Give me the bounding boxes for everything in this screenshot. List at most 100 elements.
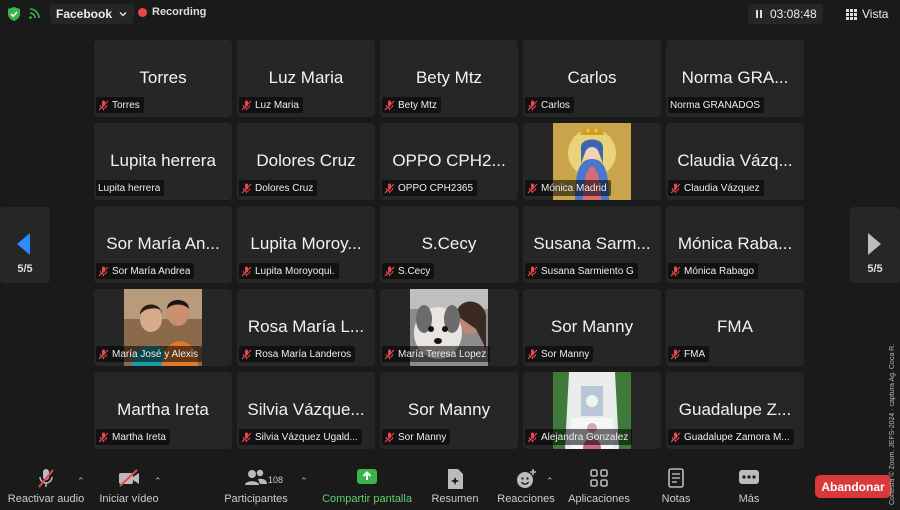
participant-name-tag: Susana Sarmiento G bbox=[525, 263, 638, 279]
participant-tile[interactable]: Torres Torres bbox=[94, 40, 232, 117]
participant-name: S.Cecy bbox=[398, 265, 431, 277]
microphone-muted-icon bbox=[527, 432, 538, 442]
summary-button[interactable]: Resumen bbox=[428, 462, 482, 510]
reactions-label: Reacciones bbox=[497, 493, 555, 505]
microphone-muted-icon bbox=[98, 432, 109, 442]
view-label: Vista bbox=[862, 7, 889, 21]
participant-name: Sor María Andrea bbox=[112, 265, 191, 277]
microphone-muted-icon bbox=[98, 100, 109, 110]
more-dots-icon bbox=[739, 470, 759, 484]
view-button[interactable]: Vista bbox=[846, 4, 888, 24]
participant-name: Mónica Madrid bbox=[541, 182, 607, 194]
audio-options-chevron-icon[interactable]: ⌃ bbox=[77, 476, 85, 487]
participant-tile[interactable]: María Teresa Lopez bbox=[380, 289, 518, 366]
participant-display-name: Carlos bbox=[567, 68, 617, 87]
participant-tile[interactable]: Mónica Raba... Mónica Rabago bbox=[666, 206, 804, 283]
participant-name-tag: Guadalupe Zamora M... bbox=[668, 429, 794, 445]
participant-tile[interactable]: Luz Maria Luz Maria bbox=[237, 40, 375, 117]
microphone-muted-icon bbox=[241, 432, 252, 442]
share-screen-icon bbox=[357, 469, 377, 484]
participant-display-name: Rosa María L... bbox=[247, 317, 365, 336]
leave-button[interactable]: Abandonar bbox=[815, 475, 891, 498]
participant-tile[interactable]: Silvia Vázque... Silvia Vázquez Ugald... bbox=[237, 372, 375, 449]
participant-name: Norma GRANADOS bbox=[670, 99, 761, 111]
participant-tile[interactable]: Bety Mtz Bety Mtz bbox=[380, 40, 518, 117]
microphone-muted-icon bbox=[384, 100, 395, 110]
previous-page-button[interactable]: 5/5 bbox=[0, 207, 50, 283]
next-page-button[interactable]: 5/5 bbox=[850, 207, 900, 283]
participant-tile[interactable]: Lupita Moroy... Lupita Moroyoqui. bbox=[237, 206, 375, 283]
participant-tile[interactable]: Guadalupe Z... Guadalupe Zamora M... bbox=[666, 372, 804, 449]
pause-icon bbox=[756, 10, 762, 18]
participant-tile[interactable]: FMA FMA bbox=[666, 289, 804, 366]
participant-tile[interactable]: Sor Manny Sor Manny bbox=[380, 372, 518, 449]
meeting-timer[interactable]: 03:08:48 bbox=[748, 4, 823, 24]
participant-tile[interactable]: Claudia Vázq... Claudia Vázquez bbox=[666, 123, 804, 200]
participant-name-tag: Rosa María Landeros bbox=[239, 346, 356, 362]
participant-tile[interactable]: Alejandra Gonzalez bbox=[523, 372, 661, 449]
notes-icon bbox=[668, 468, 684, 488]
participant-name: Dolores Cruz bbox=[255, 182, 314, 194]
unmute-button[interactable]: Reactivar audio bbox=[6, 462, 86, 510]
participant-tile[interactable]: Mónica Madrid bbox=[523, 123, 661, 200]
participant-tile[interactable]: Martha Ireta Martha Ireta bbox=[94, 372, 232, 449]
apps-button[interactable]: Aplicaciones bbox=[564, 462, 634, 510]
participant-display-name: Silvia Vázque... bbox=[247, 400, 365, 419]
signal-icon[interactable] bbox=[28, 6, 42, 20]
participant-display-name: Susana Sarm... bbox=[533, 234, 651, 253]
microphone-muted-icon bbox=[384, 266, 395, 276]
participant-display-name: Mónica Raba... bbox=[677, 234, 793, 253]
participant-name: Alejandra Gonzalez bbox=[541, 431, 629, 443]
participant-tile[interactable]: Rosa María L... Rosa María Landeros bbox=[237, 289, 375, 366]
participant-name: Bety Mtz bbox=[398, 99, 437, 111]
reactions-options-chevron-icon[interactable]: ⌃ bbox=[546, 476, 554, 487]
participant-tile[interactable]: Sor María An... Sor María Andrea bbox=[94, 206, 232, 283]
arrow-left-icon bbox=[17, 233, 30, 255]
participant-name-tag: Luz Maria bbox=[239, 97, 303, 113]
participant-tile[interactable]: Dolores Cruz Dolores Cruz bbox=[237, 123, 375, 200]
participant-name: Sor Manny bbox=[398, 431, 447, 443]
participant-name: Susana Sarmiento G bbox=[541, 265, 634, 277]
shield-icon[interactable] bbox=[8, 7, 20, 21]
participant-name-tag: Carlos bbox=[525, 97, 574, 113]
participant-name-tag: Sor María Andrea bbox=[96, 263, 195, 279]
participant-name-tag: OPPO CPH2365 bbox=[382, 180, 478, 196]
participant-name-tag: Norma GRANADOS bbox=[668, 97, 765, 113]
participant-tile[interactable]: OPPO CPH2... OPPO CPH2365 bbox=[380, 123, 518, 200]
recording-dot-icon bbox=[138, 7, 147, 17]
participant-name-tag: Dolores Cruz bbox=[239, 180, 318, 196]
start-video-button[interactable]: Iniciar vídeo bbox=[96, 462, 162, 510]
recording-indicator[interactable]: Recording bbox=[138, 6, 206, 18]
credit-watermark: Cortesía © Zoom. JEFS-2024 · captura Ag.… bbox=[889, 343, 896, 505]
participant-tile[interactable]: Norma GRA... Norma GRANADOS bbox=[666, 40, 804, 117]
share-screen-button[interactable]: Compartir pantalla bbox=[318, 462, 416, 510]
participants-button[interactable]: Participantes bbox=[220, 462, 292, 510]
notes-button[interactable]: Notas bbox=[652, 462, 700, 510]
participant-name-tag: Mónica Madrid bbox=[525, 180, 611, 196]
participant-name: María José y Alexis bbox=[112, 348, 199, 360]
participant-tile[interactable]: Sor Manny Sor Manny bbox=[523, 289, 661, 366]
participants-options-chevron-icon[interactable]: ⌃ bbox=[300, 476, 308, 487]
participant-name: Martha Ireta bbox=[112, 431, 166, 443]
more-button[interactable]: Más bbox=[726, 462, 772, 510]
participant-tile[interactable]: María José y Alexis bbox=[94, 289, 232, 366]
participant-gallery: Torres Torres Luz Maria Luz Maria Bety Mtz Be… bbox=[94, 40, 806, 449]
participant-display-name: S.Cecy bbox=[421, 234, 477, 253]
recording-label: Recording bbox=[152, 6, 207, 18]
participant-tile[interactable]: Carlos Carlos bbox=[523, 40, 661, 117]
camera-off-icon bbox=[119, 469, 139, 487]
microphone-muted-icon bbox=[670, 349, 681, 359]
app-menu-dropdown[interactable]: Facebook bbox=[50, 4, 135, 24]
participant-tile[interactable]: Susana Sarm... Susana Sarmiento G bbox=[523, 206, 661, 283]
participant-name: Guadalupe Zamora M... bbox=[684, 431, 790, 443]
grid-view-icon bbox=[846, 8, 857, 20]
chevron-down-icon bbox=[119, 11, 127, 17]
participant-name: Silvia Vázquez Ugald... bbox=[255, 431, 358, 443]
participant-tile[interactable]: Lupita herrera Lupita herrera bbox=[94, 123, 232, 200]
participant-name: Torres bbox=[112, 99, 140, 111]
video-options-chevron-icon[interactable]: ⌃ bbox=[154, 476, 162, 487]
apps-label: Aplicaciones bbox=[568, 493, 630, 505]
participant-tile[interactable]: S.Cecy S.Cecy bbox=[380, 206, 518, 283]
participant-name: María Teresa Lopez bbox=[398, 348, 487, 360]
participant-name: Luz Maria bbox=[255, 99, 299, 111]
